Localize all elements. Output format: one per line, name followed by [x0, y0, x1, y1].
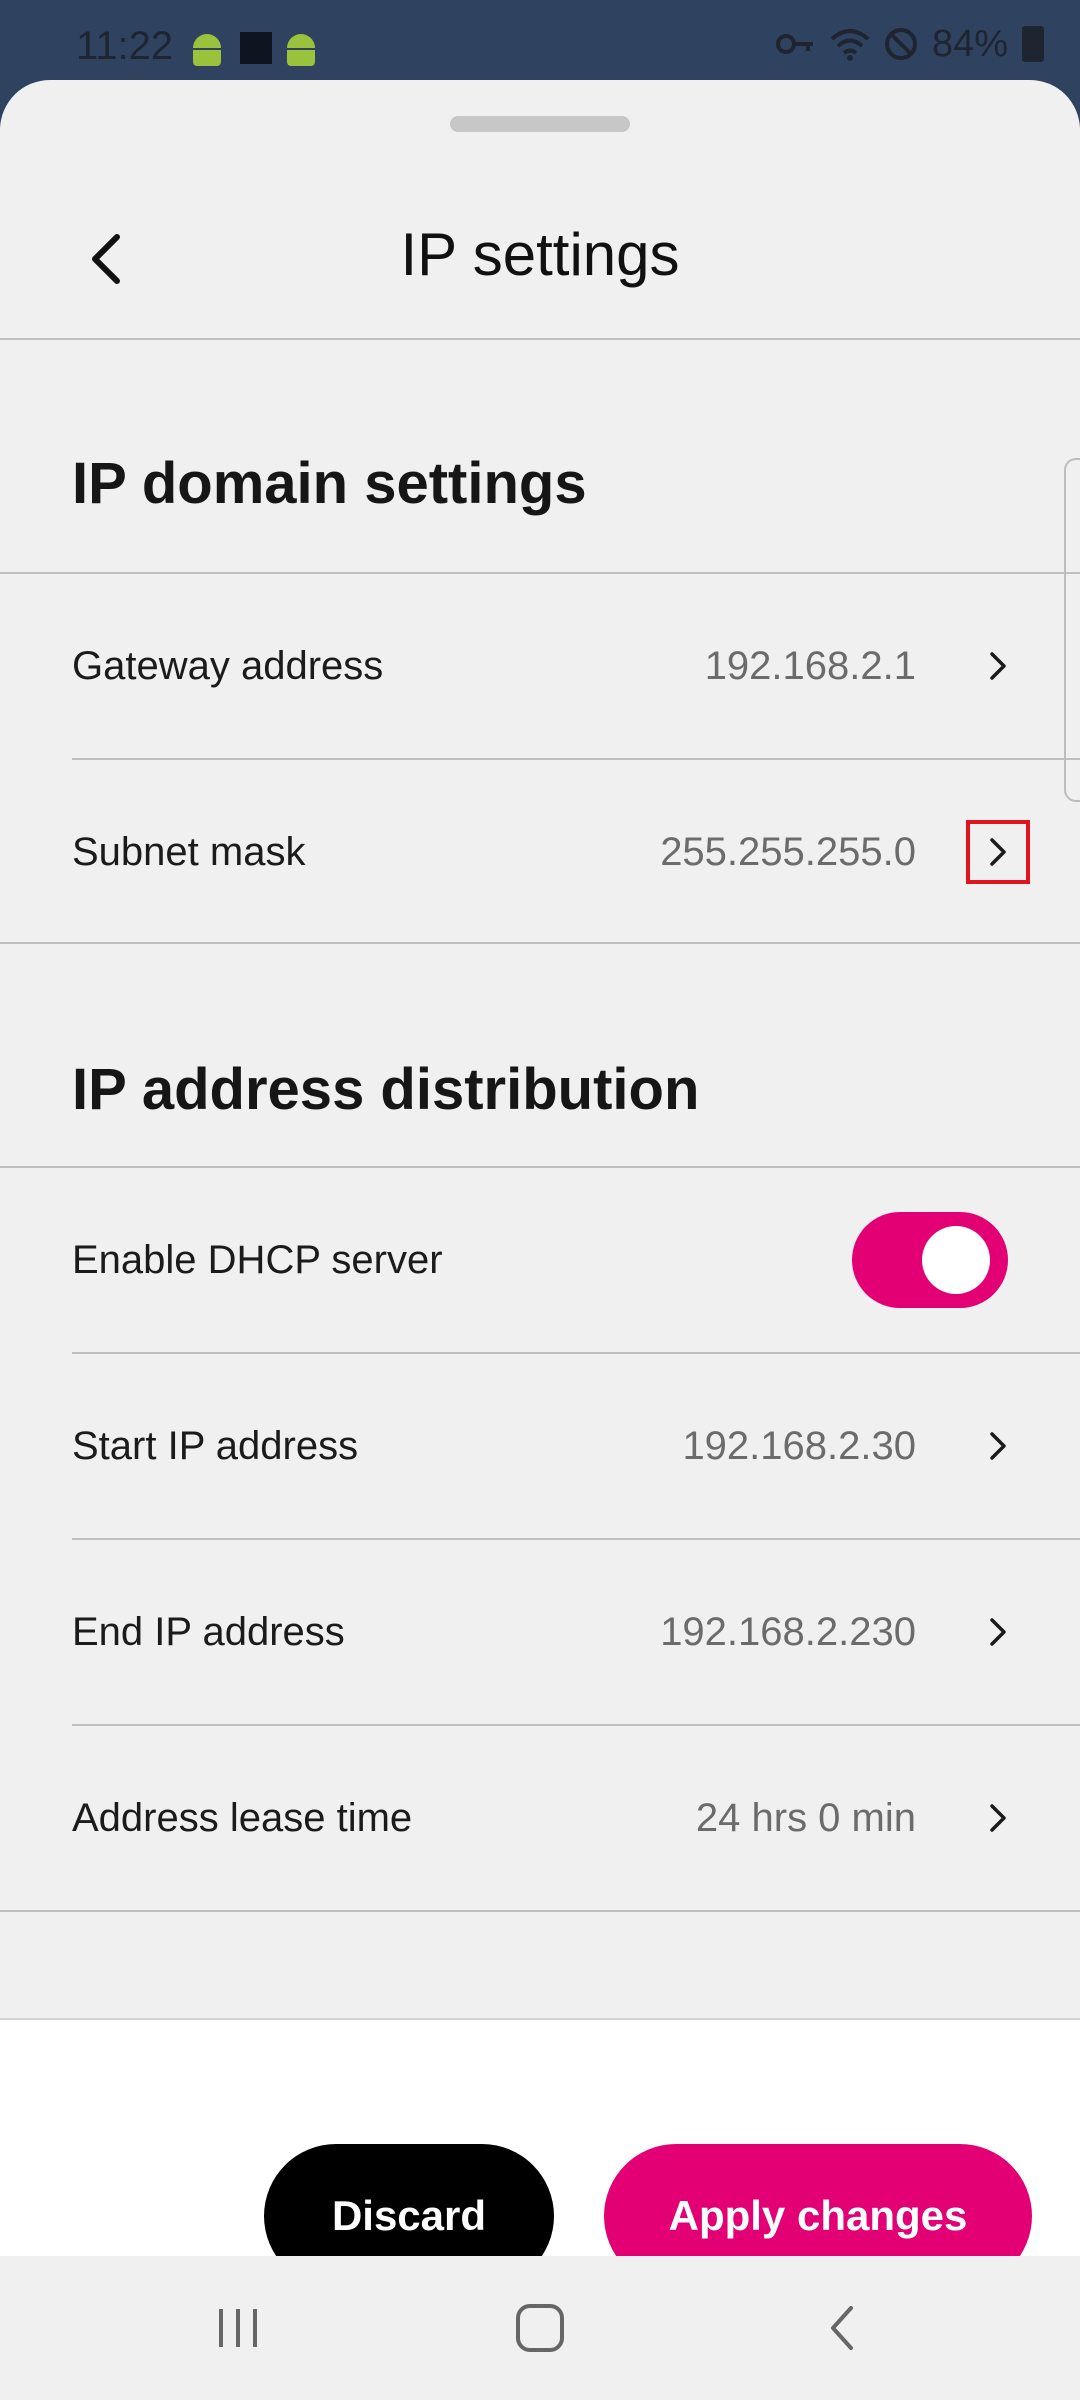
row-end-ip[interactable]: End IP address 192.168.2.230 — [0, 1540, 1080, 1724]
row-lease-time[interactable]: Address lease time 24 hrs 0 min — [0, 1726, 1080, 1910]
row-value: 192.168.2.230 — [660, 1610, 916, 1654]
page-title: IP settings — [400, 221, 680, 288]
ip-settings-sheet: IP settings IP domain settings Gateway a… — [0, 80, 1080, 2256]
square-icon — [240, 32, 272, 64]
row-label: Gateway address — [72, 644, 384, 688]
status-right-icons: 84% — [775, 22, 1044, 65]
do-not-disturb-icon — [884, 28, 917, 60]
home-icon[interactable] — [500, 2292, 580, 2364]
section-title-ip-distribution: IP address distribution — [72, 1057, 700, 1122]
android-icon — [190, 30, 224, 66]
section-divider — [0, 1910, 1080, 1912]
section-divider — [0, 942, 1080, 944]
status-bar: 11:22 84% — [0, 0, 1080, 80]
row-value: 192.168.2.30 — [682, 1424, 916, 1468]
chevron-right-icon[interactable] — [968, 1602, 1028, 1662]
battery-charging-icon — [1022, 26, 1044, 62]
back-icon[interactable] — [802, 2292, 882, 2364]
system-nav-bar — [0, 2256, 1080, 2400]
dhcp-toggle[interactable] — [852, 1212, 1008, 1308]
row-label: Start IP address — [72, 1424, 359, 1468]
discard-button[interactable]: Discard — [264, 2144, 554, 2256]
chevron-right-icon[interactable] — [968, 636, 1028, 696]
section-title-ip-domain: IP domain settings — [72, 451, 587, 516]
status-time: 11:22 — [76, 24, 174, 68]
wifi-icon — [830, 29, 870, 61]
drag-handle[interactable] — [450, 116, 630, 132]
android-icon — [284, 30, 318, 66]
row-gateway-address[interactable]: Gateway address 192.168.2.1 — [0, 574, 1080, 758]
row-value: 192.168.2.1 — [704, 644, 916, 688]
row-label: Subnet mask — [72, 830, 306, 874]
row-subnet-mask[interactable]: Subnet mask 255.255.255.0 — [0, 760, 1080, 944]
row-enable-dhcp: Enable DHCP server — [0, 1168, 1080, 1352]
action-bar: Discard Apply changes — [0, 2018, 1080, 2256]
chevron-right-icon[interactable] — [968, 1416, 1028, 1476]
row-start-ip[interactable]: Start IP address 192.168.2.30 — [0, 1354, 1080, 1538]
row-label: Address lease time — [72, 1796, 413, 1840]
battery-percent: 84% — [931, 22, 1008, 65]
toggle-knob — [922, 1226, 990, 1294]
row-value: 24 hrs 0 min — [695, 1796, 916, 1840]
top-bar: IP settings — [0, 180, 1080, 338]
row-value: 255.255.255.0 — [660, 830, 916, 874]
row-label: Enable DHCP server — [72, 1238, 443, 1282]
apply-changes-button[interactable]: Apply changes — [604, 2144, 1032, 2256]
key-icon — [775, 34, 813, 54]
header-divider — [0, 338, 1080, 340]
chevron-right-icon[interactable] — [968, 1788, 1028, 1848]
recents-icon[interactable] — [198, 2292, 278, 2364]
chevron-right-icon[interactable] — [966, 820, 1030, 884]
row-label: End IP address — [72, 1610, 345, 1654]
